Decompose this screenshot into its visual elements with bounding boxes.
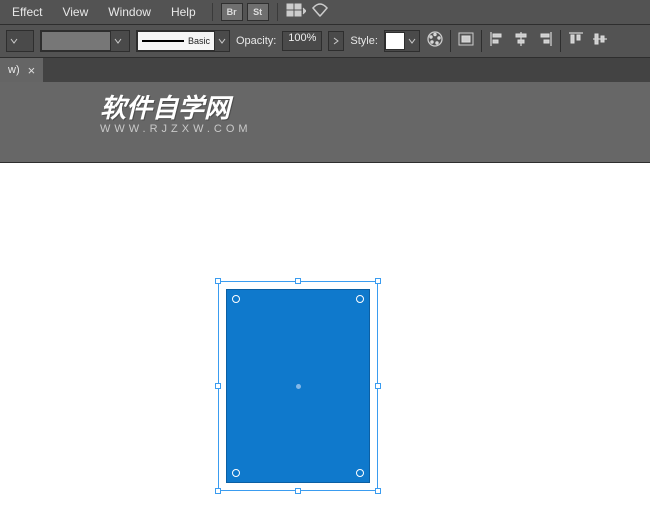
separator	[450, 30, 451, 52]
chevron-down-icon	[7, 37, 21, 45]
close-tab-button[interactable]: ×	[28, 63, 36, 78]
selection-handle-mid-left[interactable]	[215, 383, 221, 389]
stroke-chip: Basic	[137, 31, 215, 51]
menu-window[interactable]: Window	[100, 1, 159, 23]
selection-handle-top-left[interactable]	[215, 278, 221, 284]
separator	[560, 30, 561, 52]
selection-handle-bottom-center[interactable]	[295, 488, 301, 494]
brush-definition-dropdown[interactable]: Basic	[136, 30, 230, 52]
center-point-indicator	[296, 384, 301, 389]
menu-view[interactable]: View	[54, 1, 96, 23]
separator	[481, 30, 482, 52]
corner-radius-widget-tl[interactable]	[232, 295, 240, 303]
document-tab-strip: w) ×	[0, 58, 650, 82]
align-left-button[interactable]	[488, 30, 506, 53]
stroke-weight-dropdown[interactable]	[6, 30, 34, 52]
opacity-label: Opacity:	[236, 35, 276, 47]
document-tab-title: w)	[8, 64, 20, 76]
profile-dropdown[interactable]	[40, 30, 130, 52]
align-top-button[interactable]	[567, 30, 585, 53]
menu-effect[interactable]: Effect	[4, 1, 50, 23]
menu-bar: Effect View Window Help Br St	[0, 0, 650, 24]
style-label: Style:	[350, 35, 378, 47]
artboard[interactable]	[0, 162, 650, 529]
stock-button[interactable]: St	[247, 3, 269, 21]
align-right-button[interactable]	[536, 30, 554, 53]
align-hcenter-button[interactable]	[512, 30, 530, 53]
menu-separator	[277, 3, 278, 21]
recolor-artwork-button[interactable]	[426, 30, 444, 53]
bridge-button[interactable]: Br	[221, 3, 243, 21]
options-bar: Basic Opacity: 100% Style:	[0, 24, 650, 58]
watermark-url: WWW.RJZXW.COM	[100, 123, 252, 135]
chevron-down-icon	[405, 37, 419, 45]
uniform-swatch	[41, 31, 111, 51]
opacity-more-button[interactable]	[328, 31, 344, 51]
corner-radius-widget-br[interactable]	[356, 469, 364, 477]
watermark: 软件自学网 WWW.RJZXW.COM	[100, 88, 252, 135]
chevron-down-icon	[111, 37, 125, 45]
chevron-down-icon	[215, 37, 229, 45]
corner-radius-widget-tr[interactable]	[356, 295, 364, 303]
selection-handle-bottom-right[interactable]	[375, 488, 381, 494]
stroke-preview-line	[142, 40, 184, 42]
document-tab[interactable]: w) ×	[0, 58, 43, 82]
pasteboard-area: 软件自学网 WWW.RJZXW.COM	[0, 82, 650, 162]
align-to-selection-button[interactable]	[457, 30, 475, 53]
selection-handle-top-right[interactable]	[375, 278, 381, 284]
stroke-style-label: Basic	[188, 36, 210, 46]
menu-help[interactable]: Help	[163, 1, 204, 23]
gpu-preview-button[interactable]	[310, 2, 330, 23]
opacity-input[interactable]: 100%	[282, 31, 322, 51]
graphic-style-dropdown[interactable]	[384, 30, 420, 52]
align-vcenter-button[interactable]	[591, 30, 609, 53]
selection-handle-top-center[interactable]	[295, 278, 301, 284]
selection-handle-mid-right[interactable]	[375, 383, 381, 389]
arrange-docs-button[interactable]	[286, 2, 306, 23]
style-swatch	[385, 32, 405, 50]
selected-object-bounds[interactable]	[218, 281, 378, 491]
watermark-chars: 软件自学网	[100, 88, 230, 125]
menu-separator	[212, 3, 213, 21]
selection-handle-bottom-left[interactable]	[215, 488, 221, 494]
corner-radius-widget-bl[interactable]	[232, 469, 240, 477]
watermark-title: 软件自学网	[100, 88, 252, 125]
